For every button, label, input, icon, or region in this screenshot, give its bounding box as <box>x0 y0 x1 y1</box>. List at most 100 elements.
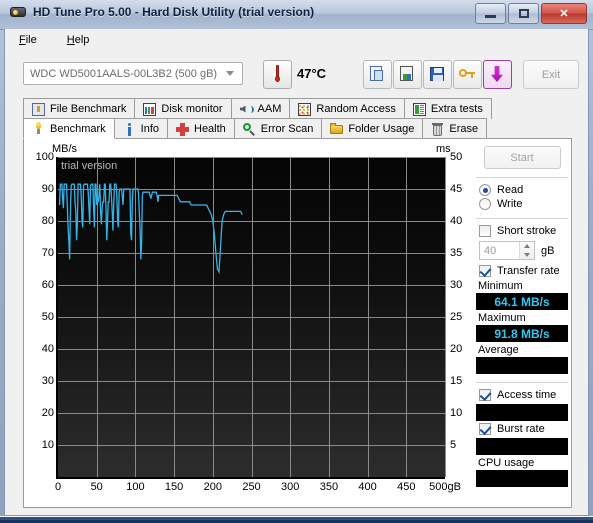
tab-health[interactable]: Health <box>167 118 235 139</box>
copy-image-button[interactable] <box>393 60 422 89</box>
burst-rate-value <box>476 438 568 455</box>
radio-write-label: Write <box>497 198 523 210</box>
radio-read-icon <box>479 184 491 196</box>
gridline-vertical <box>445 157 446 477</box>
thermometer-icon <box>275 65 280 84</box>
y-axis-tick-label: 40 <box>41 343 54 355</box>
start-button[interactable]: Start <box>483 146 561 169</box>
tab-health-label: Health <box>194 123 226 135</box>
checkbox-burst-rate[interactable]: Burst rate <box>479 423 568 435</box>
drive-select-value: WDC WD5001AALS-00L3B2 (500 gB) <box>30 67 218 80</box>
gridline-horizontal <box>58 253 445 254</box>
checkbox-transfer-rate[interactable]: Transfer rate <box>479 265 568 277</box>
radio-write-icon <box>479 198 491 210</box>
x-axis-tick-label: 250 <box>242 481 261 493</box>
checkbox-short-stroke[interactable]: Short stroke <box>479 225 568 237</box>
temperature-value: 47°C <box>297 66 327 81</box>
transfer-rate-line <box>58 183 243 275</box>
y2-axis-tick-label: 45 <box>450 183 463 195</box>
graph-left-axis-title: MB/s <box>52 143 78 155</box>
tab-random-access[interactable]: Random Access <box>289 98 405 119</box>
gridline-horizontal <box>58 157 445 158</box>
x-axis-tick-label: 300 <box>281 481 300 493</box>
download-button[interactable] <box>483 60 512 89</box>
short-stroke-checkbox-icon <box>479 225 491 237</box>
hd-tune-window: HD Tune Pro 5.00 - Hard Disk Utility (tr… <box>0 0 593 523</box>
short-stroke-value: 40 <box>484 244 497 257</box>
menu-file-label: ile <box>25 33 37 46</box>
window-buttons: ✕ <box>475 3 587 24</box>
tab-file-benchmark[interactable]: File Benchmark <box>23 98 136 119</box>
tab-aam[interactable]: AAM <box>230 98 291 119</box>
tab-info-label: Info <box>140 123 159 135</box>
random-access-icon <box>298 102 312 116</box>
y2-axis-tick-label: 25 <box>450 311 463 323</box>
gridline-horizontal <box>58 349 445 350</box>
health-cross-icon <box>176 122 189 136</box>
y2-axis-tick-label: 10 <box>450 407 463 419</box>
copy-text-icon <box>370 66 383 81</box>
tab-benchmark[interactable]: Benchmark <box>23 118 115 139</box>
y2-axis-tick-label: 40 <box>450 215 463 227</box>
disk-monitor-icon <box>143 102 157 116</box>
gridline-horizontal <box>58 221 445 222</box>
close-button[interactable]: ✕ <box>541 3 587 24</box>
maximum-label: Maximum <box>478 312 526 324</box>
x-axis-tick-label: 50 <box>90 481 103 493</box>
radio-write[interactable]: Write <box>479 198 568 210</box>
radio-read[interactable]: Read <box>479 184 568 196</box>
tab-info[interactable]: Info <box>113 118 168 139</box>
tab-error-scan[interactable]: Error Scan <box>233 118 323 139</box>
save-button[interactable] <box>423 60 452 89</box>
y-axis-tick-label: 30 <box>41 375 54 387</box>
benchmark-bulb-icon <box>32 122 45 135</box>
drive-select[interactable]: WDC WD5001AALS-00L3B2 (500 gB) <box>23 62 243 85</box>
access-time-value <box>476 404 568 421</box>
info-icon <box>123 122 136 136</box>
graph-plot-area[interactable]: trial version 10 20 30 40 50 60 70 80 90 100 5 10 15… <box>36 151 463 493</box>
gridline-horizontal <box>58 285 445 286</box>
average-label: Average <box>478 344 519 356</box>
minimum-label: Minimum <box>478 280 523 292</box>
menu-help[interactable]: Help <box>61 32 96 48</box>
tab-extra-tests[interactable]: Extra tests <box>403 98 492 119</box>
divider <box>476 218 568 219</box>
tab-erase[interactable]: Erase <box>422 118 488 139</box>
y-axis-tick-label: 10 <box>41 439 54 451</box>
harddisk-icon <box>10 5 26 19</box>
minimize-button[interactable] <box>475 3 506 24</box>
short-stroke-stepper[interactable]: 40 <box>479 241 535 260</box>
gridline-horizontal <box>58 189 445 190</box>
y-axis-tick-label: 90 <box>41 183 54 195</box>
tab-folder-usage[interactable]: Folder Usage <box>321 118 424 139</box>
maximize-button[interactable] <box>508 3 539 24</box>
key-icon <box>459 68 475 79</box>
y2-axis-tick-label: 30 <box>450 279 463 291</box>
copy-text-button[interactable] <box>363 60 392 89</box>
x-axis-tick-label: 400 <box>358 481 377 493</box>
tab-extra-tests-label: Extra tests <box>430 103 483 115</box>
radio-read-label: Read <box>497 184 524 196</box>
tab-disk-monitor[interactable]: Disk monitor <box>134 98 232 119</box>
y2-axis-tick-label: 15 <box>450 375 463 387</box>
download-arrow-icon <box>491 66 503 82</box>
y-axis-tick-label: 70 <box>41 247 54 259</box>
burst-rate-checkbox-icon <box>479 423 491 435</box>
tab-aam-label: AAM <box>257 103 282 115</box>
y2-axis-tick-label: 50 <box>450 151 463 163</box>
temperature-button[interactable] <box>263 60 292 89</box>
title-bar: HD Tune Pro 5.00 - Hard Disk Utility (tr… <box>0 0 593 30</box>
stepper-down-icon[interactable] <box>524 252 530 257</box>
burst-rate-label: Burst rate <box>497 423 545 435</box>
options-button[interactable] <box>453 60 482 89</box>
menu-file[interactable]: File <box>13 32 43 48</box>
trash-erase-icon <box>431 122 444 136</box>
exit-button[interactable]: Exit <box>523 60 579 89</box>
folder-icon <box>330 122 344 136</box>
y2-axis-tick-label: 20 <box>450 343 463 355</box>
menu-help-label: elp <box>74 33 90 46</box>
transfer-rate-checkbox-icon <box>479 265 491 277</box>
checkbox-access-time[interactable]: Access time <box>479 389 568 401</box>
stepper-up-icon[interactable] <box>524 244 530 249</box>
stepper-arrows[interactable] <box>519 242 534 259</box>
